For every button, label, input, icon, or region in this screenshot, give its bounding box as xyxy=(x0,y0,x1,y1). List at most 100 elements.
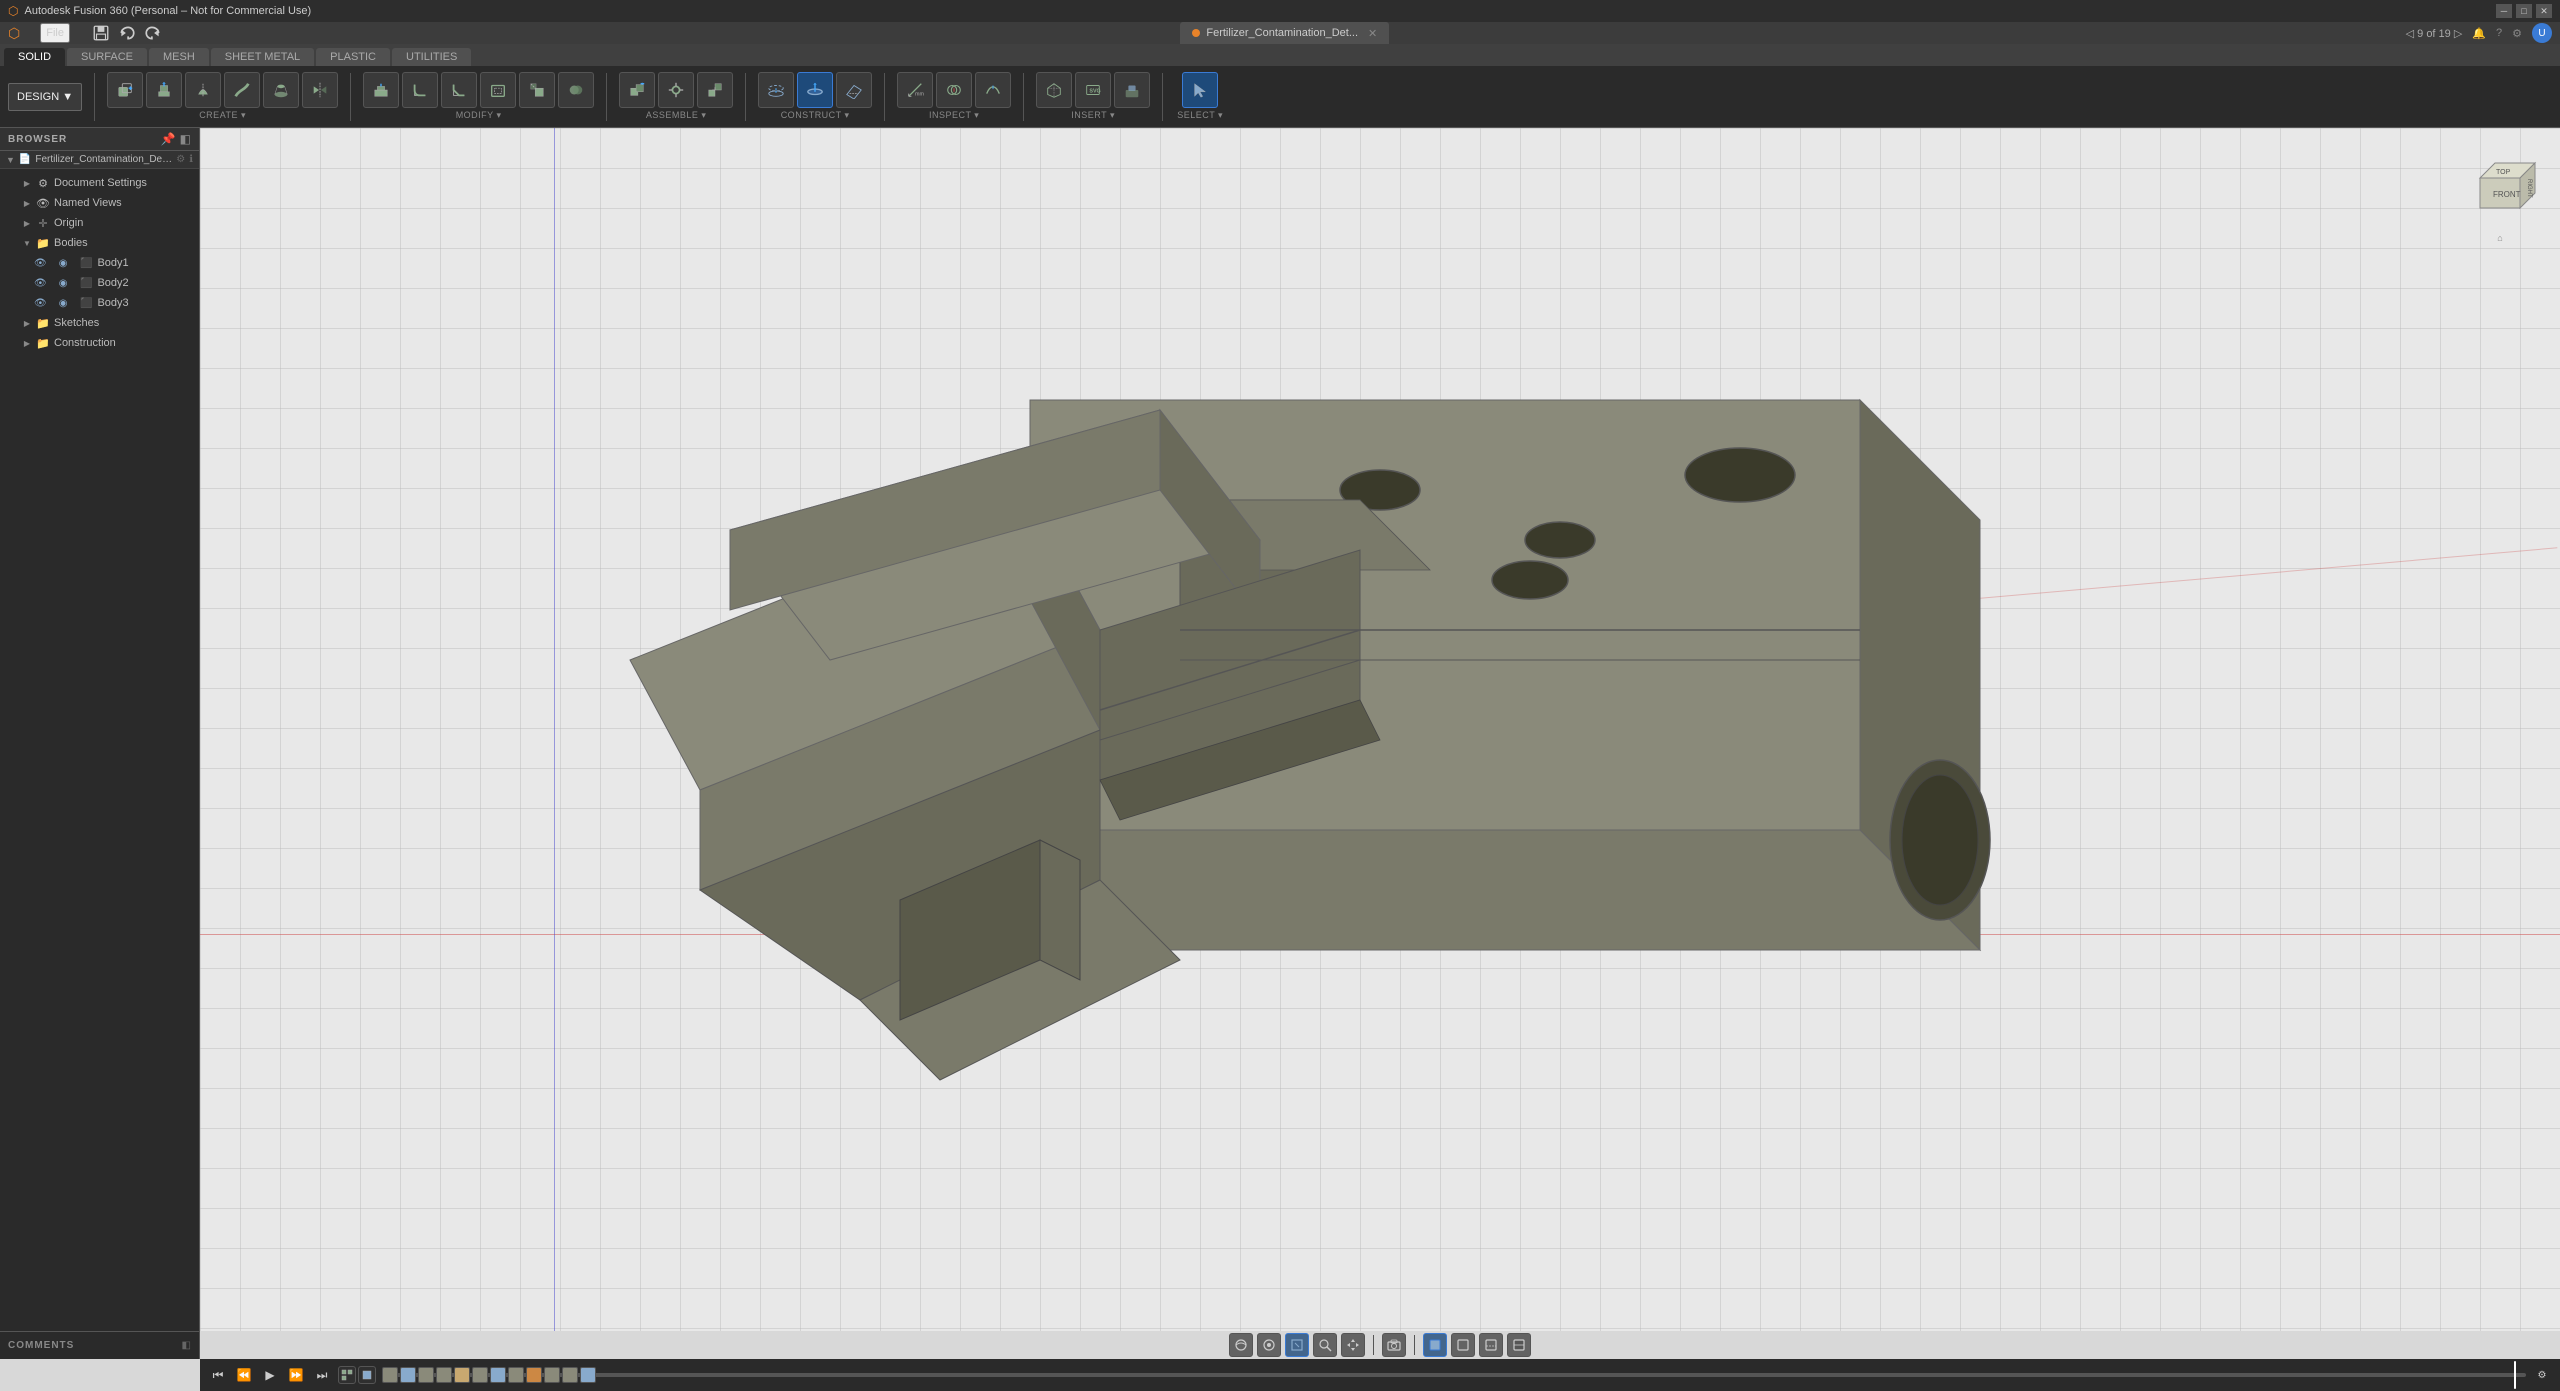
browser-item-sketches[interactable]: ▶ 📁 Sketches xyxy=(0,313,199,333)
minimize-button[interactable]: ─ xyxy=(2496,4,2512,18)
rigid-group-button[interactable] xyxy=(697,72,733,108)
user-avatar[interactable]: U xyxy=(2532,23,2552,43)
comments-expand-icon[interactable]: ◧ xyxy=(182,1340,191,1351)
zoom-window-button[interactable] xyxy=(1313,1333,1337,1357)
timeline-item-12[interactable] xyxy=(580,1367,596,1383)
new-body-button[interactable] xyxy=(107,72,143,108)
revolve-button[interactable] xyxy=(185,72,221,108)
timeline-item-10[interactable] xyxy=(544,1367,560,1383)
timeline-item-8[interactable] xyxy=(508,1367,524,1383)
browser-expand-named-views[interactable]: ▶ xyxy=(22,198,32,208)
design-dropdown-button[interactable]: DESIGN ▼ xyxy=(8,83,82,111)
timeline-next-button[interactable]: ⏩ xyxy=(286,1365,306,1385)
interference-button[interactable] xyxy=(936,72,972,108)
browser-item-bodies[interactable]: ▼ 📁 Bodies xyxy=(0,233,199,253)
browser-expand-origin[interactable]: ▶ xyxy=(22,218,32,228)
sweep-button[interactable] xyxy=(224,72,260,108)
timeline-prev-start-button[interactable]: ⏮ xyxy=(208,1365,228,1385)
tab-surface[interactable]: SURFACE xyxy=(67,48,147,66)
timeline-item-2[interactable] xyxy=(400,1367,416,1383)
scale-button[interactable] xyxy=(519,72,555,108)
browser-body3-visible-icon[interactable]: ◉ xyxy=(59,298,68,309)
browser-expand-sketches[interactable]: ▶ xyxy=(22,318,32,328)
combine-button[interactable] xyxy=(558,72,594,108)
document-tab[interactable]: Fertilizer_Contamination_Det... ✕ xyxy=(1180,22,1389,44)
browser-doc-info-icon[interactable]: ℹ xyxy=(189,154,193,165)
close-button[interactable]: ✕ xyxy=(2536,4,2552,18)
tab-mesh[interactable]: MESH xyxy=(149,48,209,66)
browser-item-body3[interactable]: 👁 ◉ ⬛ Body3 xyxy=(0,293,199,313)
browser-expand-doc-settings[interactable]: ▶ xyxy=(22,178,32,188)
orbit-button[interactable] xyxy=(1229,1333,1253,1357)
timeline-next-end-button[interactable]: ⏭ xyxy=(312,1365,332,1385)
browser-item-named-views[interactable]: ▶ 👁 Named Views xyxy=(0,193,199,213)
construct-active-button[interactable] xyxy=(797,72,833,108)
browser-item-origin[interactable]: ▶ ✛ Origin xyxy=(0,213,199,233)
save-button[interactable] xyxy=(90,22,112,44)
timeline-item-11[interactable] xyxy=(562,1367,578,1383)
doc-tab-close-icon[interactable]: ✕ xyxy=(1368,27,1377,40)
menu-file[interactable]: File xyxy=(40,23,70,43)
insert-mesh-button[interactable] xyxy=(1036,72,1072,108)
timeline-item-4[interactable] xyxy=(436,1367,452,1383)
browser-pin-icon[interactable]: 📌 xyxy=(161,132,176,146)
browser-body2-visible-icon[interactable]: ◉ xyxy=(59,278,68,289)
timeline-play-button[interactable]: ▶ xyxy=(260,1365,280,1385)
look-at-button[interactable] xyxy=(1257,1333,1281,1357)
settings-icon[interactable]: ⚙ xyxy=(2512,27,2522,40)
timeline-item-3[interactable] xyxy=(418,1367,434,1383)
browser-item-doc-settings[interactable]: ▶ ⚙ Document Settings xyxy=(0,173,199,193)
pan-button[interactable] xyxy=(1341,1333,1365,1357)
redo-button[interactable] xyxy=(142,22,164,44)
browser-doc-row[interactable]: ▼ 📄 Fertilizer_Contamination_Det... ⚙ ℹ xyxy=(0,151,199,169)
offset-plane-button[interactable] xyxy=(758,72,794,108)
joint-button[interactable] xyxy=(658,72,694,108)
loft-button[interactable] xyxy=(263,72,299,108)
chamfer-button[interactable] xyxy=(441,72,477,108)
mirror-button[interactable] xyxy=(302,72,338,108)
timeline-track[interactable] xyxy=(382,1373,2526,1377)
timeline-item-9[interactable] xyxy=(526,1367,542,1383)
browser-doc-options-icon[interactable]: ⚙ xyxy=(176,154,185,165)
title-bar-controls[interactable]: ─ □ ✕ xyxy=(2496,4,2552,18)
camera-button[interactable] xyxy=(1382,1333,1406,1357)
select-button[interactable] xyxy=(1182,72,1218,108)
notifications-icon[interactable]: 🔔 xyxy=(2472,27,2486,40)
viewport[interactable]: FRONT TOP RIGHT ⌂ xyxy=(200,128,2560,1331)
timeline-feature-icon[interactable] xyxy=(358,1366,376,1384)
help-icon[interactable]: ? xyxy=(2496,27,2502,39)
plane-at-angle-button[interactable] xyxy=(836,72,872,108)
new-component-button[interactable] xyxy=(619,72,655,108)
timeline-item-7[interactable] xyxy=(490,1367,506,1383)
curvature-button[interactable] xyxy=(975,72,1011,108)
browser-expand-icon[interactable]: ◧ xyxy=(180,132,191,146)
home-icon[interactable]: ⌂ xyxy=(2460,233,2540,243)
tab-utilities[interactable]: UTILITIES xyxy=(392,48,471,66)
press-pull-button[interactable] xyxy=(363,72,399,108)
timeline-item-6[interactable] xyxy=(472,1367,488,1383)
hidden-line-button[interactable] xyxy=(1479,1333,1503,1357)
timeline-item-1[interactable] xyxy=(382,1367,398,1383)
browser-body1-eye-icon[interactable]: 👁 xyxy=(34,258,47,269)
browser-body2-eye-icon[interactable]: 👁 xyxy=(34,278,47,289)
timeline-prev-button[interactable]: ⏪ xyxy=(234,1365,254,1385)
shell-button[interactable] xyxy=(480,72,516,108)
browser-expand-construction[interactable]: ▶ xyxy=(22,338,32,348)
timeline-history-icon[interactable] xyxy=(338,1366,356,1384)
maximize-button[interactable]: □ xyxy=(2516,4,2532,18)
visual-style-button[interactable] xyxy=(1507,1333,1531,1357)
browser-expand-bodies[interactable]: ▼ xyxy=(22,238,32,248)
view-cube[interactable]: FRONT TOP RIGHT ⌂ xyxy=(2460,148,2540,228)
measure-button[interactable]: mm xyxy=(897,72,933,108)
browser-item-body1[interactable]: 👁 ◉ ⬛ Body1 xyxy=(0,253,199,273)
insert-svg-button[interactable]: SVG xyxy=(1075,72,1111,108)
tab-plastic[interactable]: PLASTIC xyxy=(316,48,390,66)
fillet-button[interactable] xyxy=(402,72,438,108)
browser-item-construction[interactable]: ▶ 📁 Construction xyxy=(0,333,199,353)
tab-solid[interactable]: SOLID xyxy=(4,48,65,66)
browser-item-body2[interactable]: 👁 ◉ ⬛ Body2 xyxy=(0,273,199,293)
extrude-button[interactable] xyxy=(146,72,182,108)
tab-sheet-metal[interactable]: SHEET METAL xyxy=(211,48,314,66)
timeline-item-5[interactable] xyxy=(454,1367,470,1383)
zoom-fit-button[interactable] xyxy=(1285,1333,1309,1357)
